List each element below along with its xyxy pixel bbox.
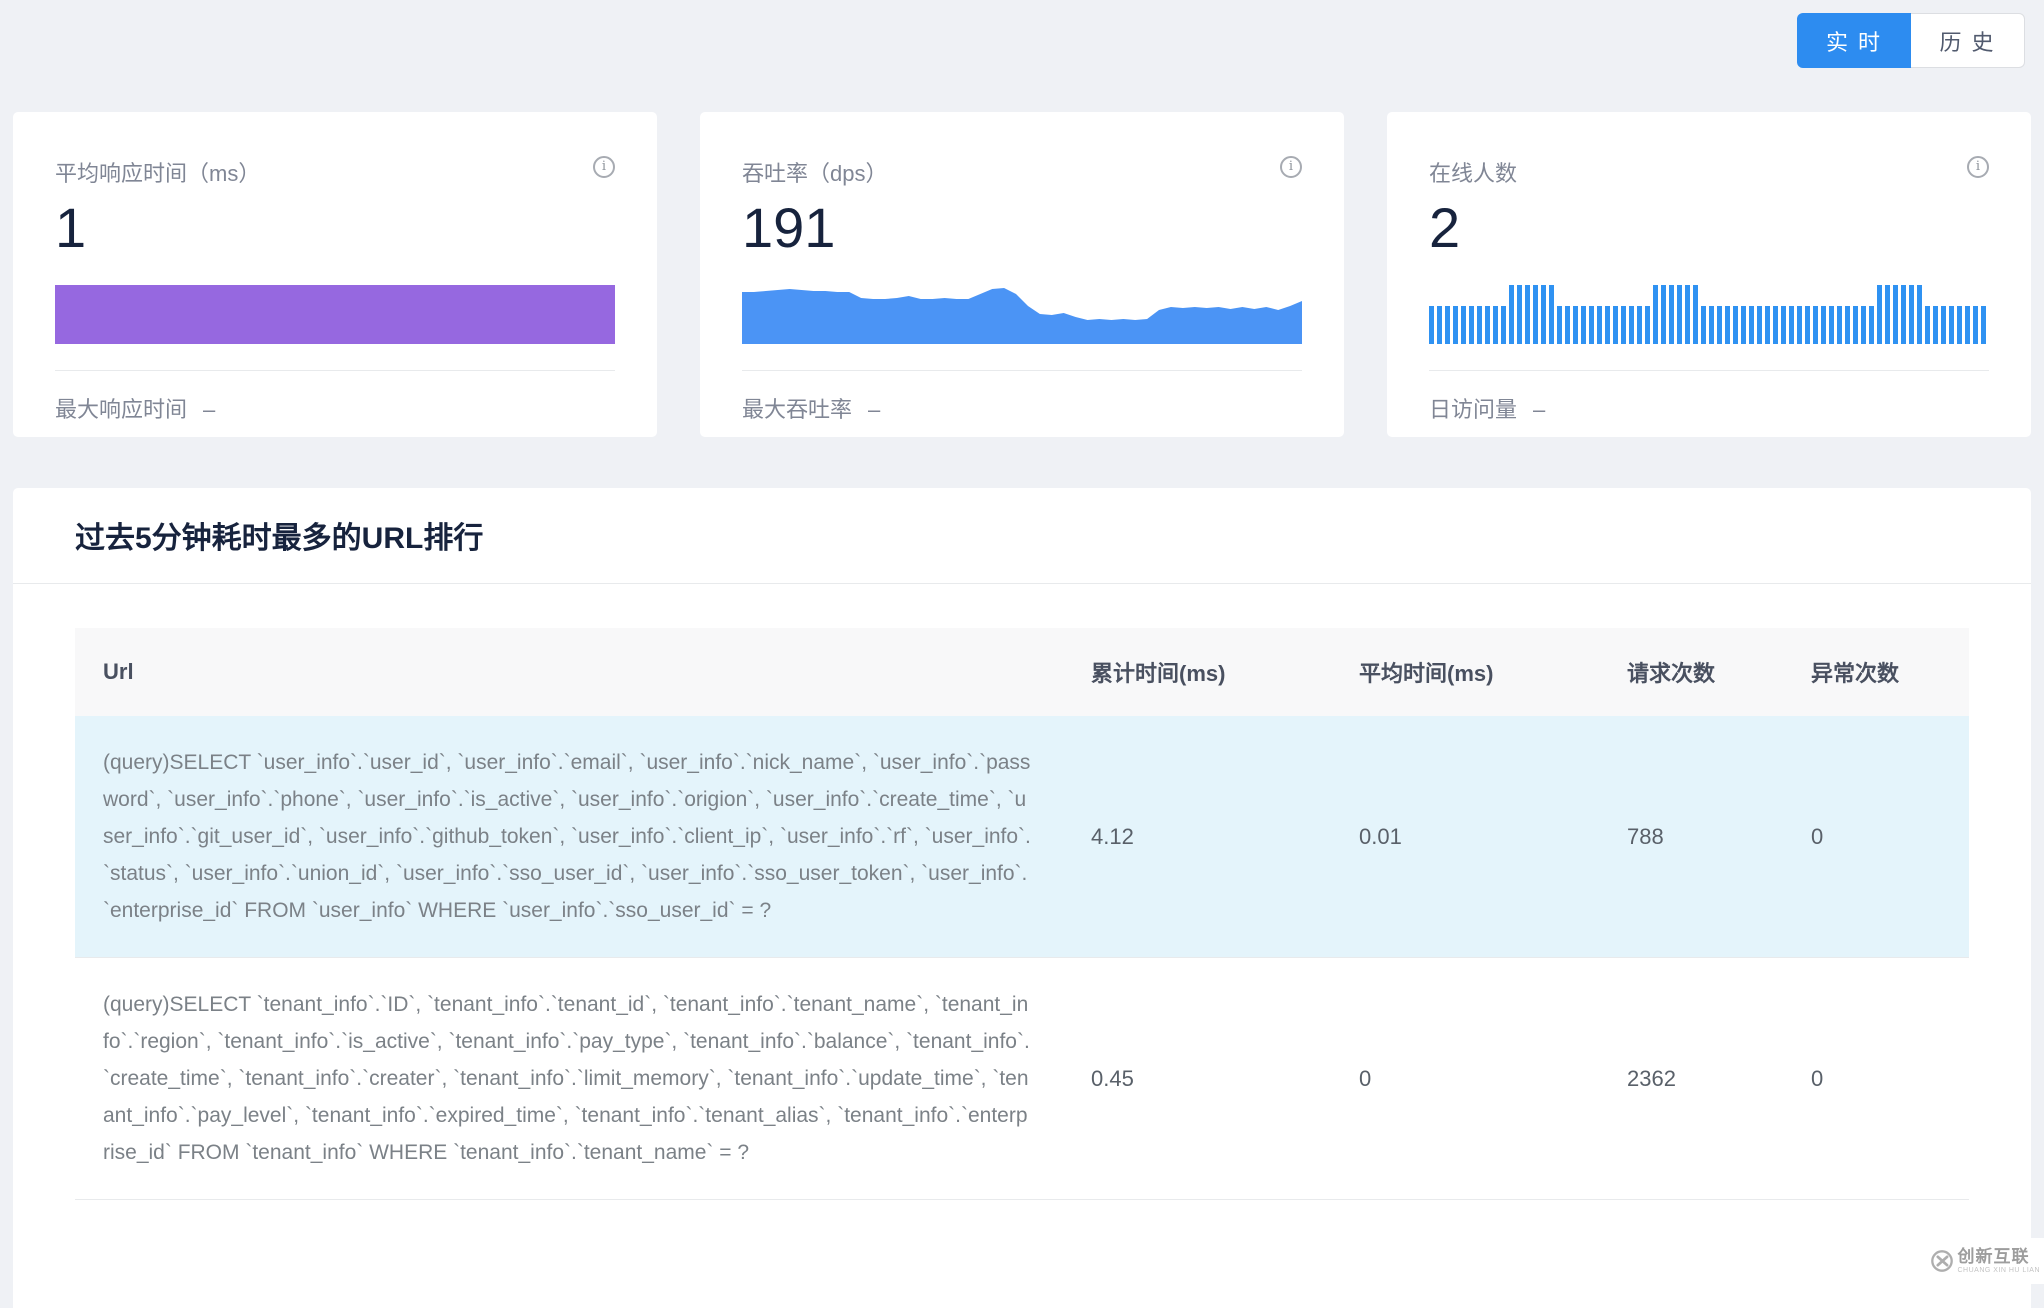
footer-label: 日访问量 [1429,397,1517,422]
col-header-request-count: 请求次数 [1599,656,1783,688]
time-range-toggle: 实 时 历 史 [1797,13,2025,68]
avg-time-value: 0 [1331,1066,1599,1092]
footer-value: – [1533,397,1545,422]
col-header-error-count: 异常次数 [1783,656,1969,688]
divider [742,370,1302,371]
request-count-value: 2362 [1599,1066,1783,1092]
panel-title: 过去5分钟耗时最多的URL排行 [75,513,483,557]
tab-realtime[interactable]: 实 时 [1797,13,1911,68]
metric-cards: 平均响应时间（ms） i 1 最大响应时间– 吞吐率（dps） i 191 最大… [13,112,2031,437]
col-header-total-time: 累计时间(ms) [1063,656,1331,688]
bars-sparkline [1429,284,1989,344]
throughput-value: 191 [742,198,835,258]
col-header-avg-time: 平均时间(ms) [1331,656,1599,688]
watermark-name: 创新互联 [1957,1248,2040,1265]
footer-value: – [203,397,215,422]
max-throughput: 最大吞吐率– [742,392,880,424]
url-ranking-table: Url 累计时间(ms) 平均时间(ms) 请求次数 异常次数 (query)S… [75,628,1969,1200]
brand-logo-icon [1930,1249,1954,1273]
avg-response-time-value: 1 [55,198,86,258]
total-time-value: 0.45 [1063,1066,1331,1092]
error-count-value: 0 [1783,824,1969,850]
url-value: (query)SELECT `user_info`.`user_id`, `us… [75,716,1063,957]
card-title: 吞吐率（dps） [742,156,887,188]
online-users-card: 在线人数 i 2 日访问量– [1387,112,2031,437]
table-header-row: Url 累计时间(ms) 平均时间(ms) 请求次数 异常次数 [75,628,1969,716]
url-value: (query)SELECT `tenant_info`.`ID`, `tenan… [75,958,1063,1199]
info-circle-icon[interactable]: i [593,156,615,178]
daily-visits: 日访问量– [1429,392,1545,424]
divider [13,583,2031,584]
avg-response-time-chart [55,284,615,344]
total-time-value: 4.12 [1063,824,1331,850]
throughput-chart [742,284,1302,344]
throughput-card: 吞吐率（dps） i 191 最大吞吐率– [700,112,1344,437]
response-bar [55,285,615,344]
card-title: 在线人数 [1429,156,1517,188]
footer-value: – [868,397,880,422]
footer-label: 最大响应时间 [55,397,187,422]
watermark-subtitle: CHUANG XIN HU LIAN [1957,1267,2040,1274]
divider [55,370,615,371]
avg-time-value: 0.01 [1331,824,1599,850]
info-circle-icon[interactable]: i [1280,156,1302,178]
site-watermark: 创新互联 CHUANG XIN HU LIAN [1944,1238,2044,1284]
card-title: 平均响应时间（ms） [55,156,260,188]
avg-response-time-card: 平均响应时间（ms） i 1 最大响应时间– [13,112,657,437]
url-ranking-panel: 过去5分钟耗时最多的URL排行 Url 累计时间(ms) 平均时间(ms) 请求… [13,488,2031,1308]
col-header-url: Url [75,659,1063,685]
online-users-chart [1429,284,1989,344]
max-response-time: 最大响应时间– [55,392,215,424]
error-count-value: 0 [1783,1066,1969,1092]
online-users-value: 2 [1429,198,1460,258]
divider [1429,370,1989,371]
table-row[interactable]: (query)SELECT `tenant_info`.`ID`, `tenan… [75,958,1969,1200]
area-sparkline [742,284,1302,344]
tab-history[interactable]: 历 史 [1911,13,2025,68]
request-count-value: 788 [1599,824,1783,850]
info-circle-icon[interactable]: i [1967,156,1989,178]
footer-label: 最大吞吐率 [742,397,852,422]
table-row[interactable]: (query)SELECT `user_info`.`user_id`, `us… [75,716,1969,958]
